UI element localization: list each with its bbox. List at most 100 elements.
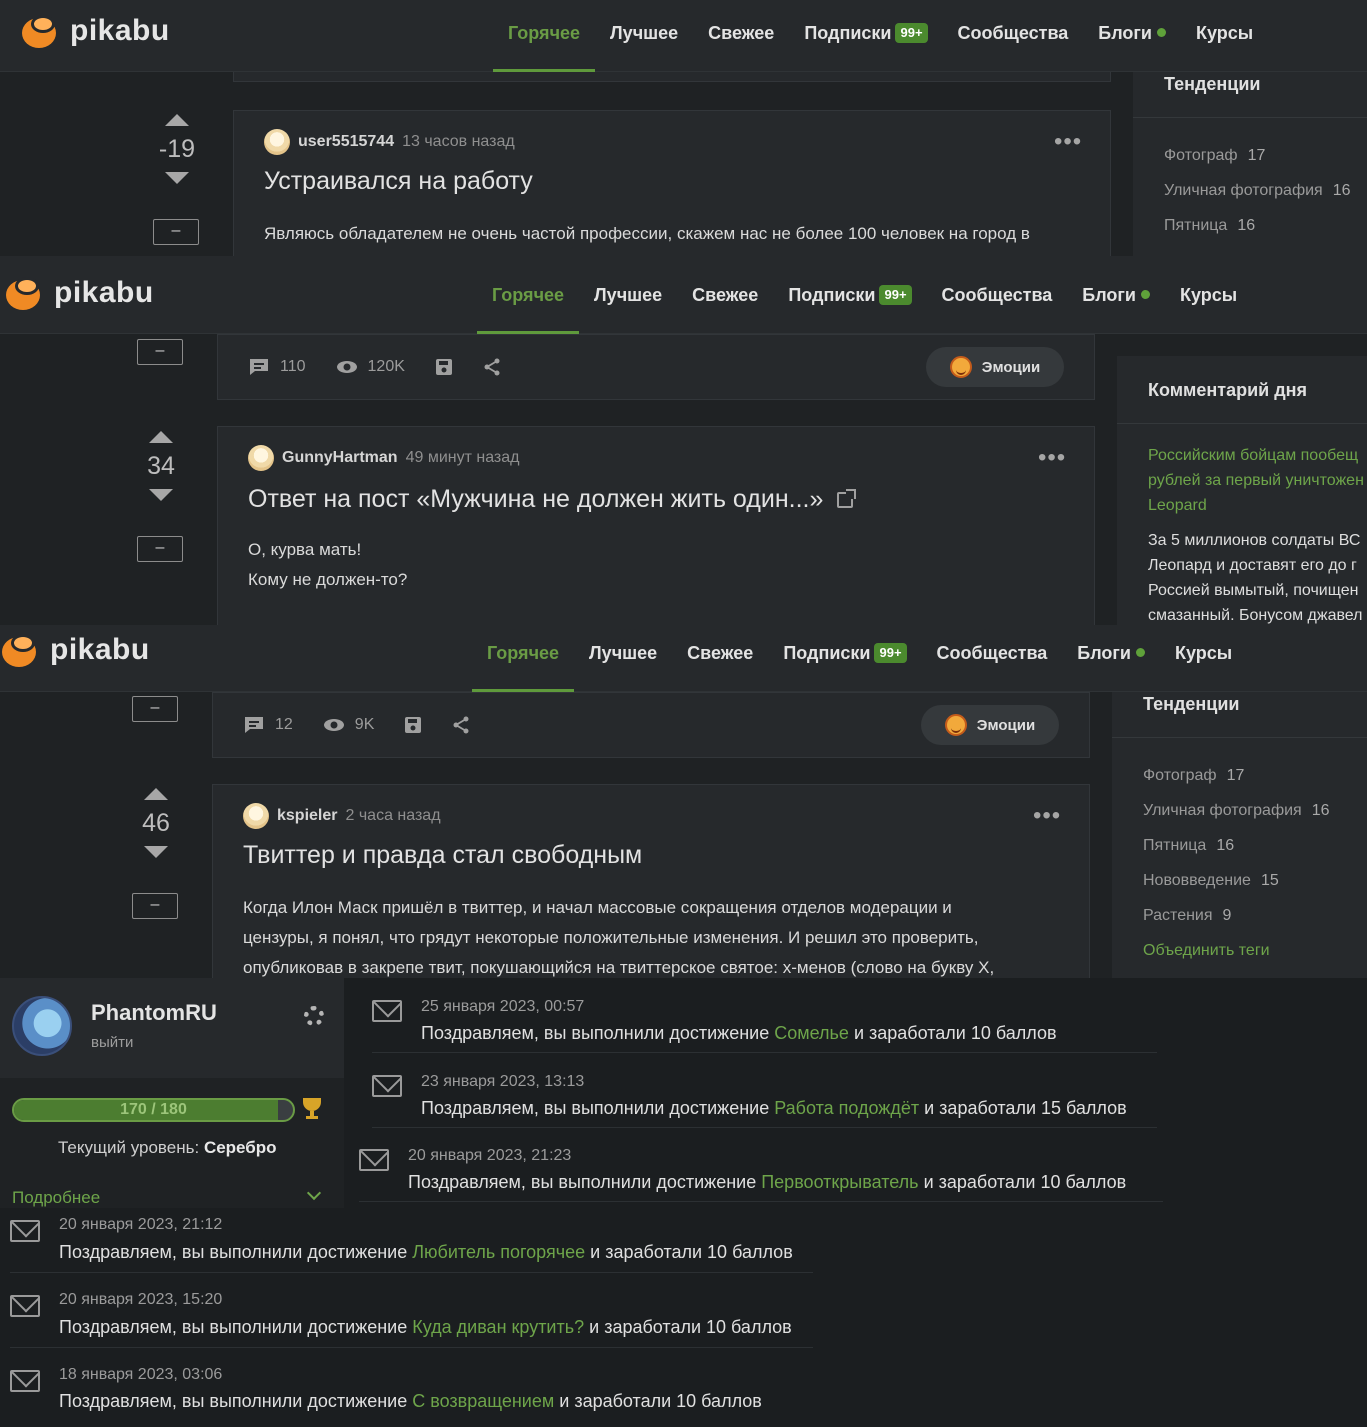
collapse-button[interactable]: – (132, 893, 178, 919)
nav-fresh[interactable]: Свежее (693, 0, 789, 72)
nav-communities[interactable]: Сообщества (927, 262, 1068, 334)
tag-item[interactable]: Уличная фотография 16 (1143, 793, 1330, 828)
author-name[interactable]: kspieler (277, 807, 337, 825)
tag-item[interactable]: Нововведение 15 (1143, 863, 1330, 898)
subscriptions-badge: 99+ (895, 23, 928, 43)
more-menu-icon[interactable]: ••• (1038, 446, 1066, 470)
pikabu-logo-icon (2, 633, 38, 667)
nav-blogs[interactable]: Блоги (1062, 625, 1160, 692)
post-title[interactable]: Твиттер и правда стал свободным (243, 841, 642, 870)
comment-of-day-sidebar: Комментарий дня Российским бойцам пообещ… (1117, 356, 1367, 625)
nav-best[interactable]: Лучшее (574, 625, 672, 692)
nav-blogs[interactable]: Блоги (1067, 262, 1165, 334)
achievement-link[interactable]: Первооткрыватель (761, 1172, 918, 1192)
profile-header: PhantomRU выйти (0, 978, 344, 1078)
notification-item: 18 января 2023, 03:06 Поздравляем, вы вы… (10, 1348, 813, 1423)
author-name[interactable]: user5515744 (298, 133, 394, 151)
nav-best[interactable]: Лучшее (595, 0, 693, 72)
more-menu-icon[interactable]: ••• (1033, 804, 1061, 828)
downvote-icon[interactable] (149, 489, 173, 501)
main-nav: Горячее Лучшее Свежее Подписки 99+ Сообще… (472, 625, 1247, 692)
nav-fresh[interactable]: Свежее (672, 625, 768, 692)
nav-subscriptions[interactable]: Подписки 99+ (768, 625, 921, 692)
tag-item[interactable]: Фотограф 17 (1164, 138, 1351, 173)
upvote-icon[interactable] (149, 431, 173, 443)
achievement-link[interactable]: Работа подождёт (774, 1098, 919, 1118)
save-icon[interactable] (435, 358, 453, 376)
emotions-button[interactable]: Эмоции (921, 705, 1059, 745)
downvote-icon[interactable] (165, 172, 189, 184)
achievement-link[interactable]: С возвращением (412, 1391, 554, 1411)
nav-best[interactable]: Лучшее (579, 262, 677, 334)
nav-fresh[interactable]: Свежее (677, 262, 773, 334)
post-card: user5515744 13 часов назад ••• Устраивал… (233, 110, 1111, 256)
save-icon[interactable] (404, 716, 422, 734)
nav-communities[interactable]: Сообщества (922, 625, 1063, 692)
notification-date: 18 января 2023, 03:06 (59, 1366, 223, 1383)
nav-blogs[interactable]: Блоги (1083, 0, 1181, 72)
nav-hot[interactable]: Горячее (472, 625, 575, 692)
post-rating: -19 (158, 135, 196, 163)
online-dot-icon (1135, 648, 1145, 657)
more-menu-icon[interactable]: ••• (1054, 130, 1082, 154)
achievement-link[interactable]: Любитель погорячее (412, 1242, 585, 1262)
upvote-icon[interactable] (165, 114, 189, 126)
comment-post-link[interactable]: Российским бойцам пообещ рублей за первы… (1148, 443, 1364, 518)
achievement-link[interactable]: Куда диван крутить? (412, 1317, 584, 1337)
nav-subscriptions[interactable]: Подписки 99+ (789, 0, 942, 72)
divider (1117, 423, 1367, 424)
author-name[interactable]: GunnyHartman (282, 449, 398, 467)
envelope-icon (372, 1000, 402, 1022)
avatar[interactable] (243, 803, 269, 829)
nav-courses[interactable]: Курсы (1181, 0, 1268, 72)
pikabu-logo[interactable]: pikabu (6, 276, 154, 310)
share-icon[interactable] (483, 358, 501, 376)
notification-item: 20 января 2023, 21:12 Поздравляем, вы вы… (10, 1198, 813, 1273)
collapse-button[interactable]: – (137, 339, 183, 365)
logo-text: pikabu (54, 276, 154, 309)
post-title[interactable]: Ответ на пост «Мужчина не должен жить од… (248, 485, 857, 514)
collapse-button[interactable]: – (132, 696, 178, 722)
upvote-icon[interactable] (144, 788, 168, 800)
tag-item[interactable]: Растения 9 (1143, 898, 1330, 933)
merge-tags-link[interactable]: Объединить теги (1143, 933, 1330, 968)
pikabu-logo[interactable]: pikabu (22, 14, 170, 48)
pikabu-logo[interactable]: pikabu (2, 633, 150, 667)
nav-courses[interactable]: Курсы (1160, 625, 1247, 692)
avatar[interactable] (264, 129, 290, 155)
tag-item[interactable]: Уличная фотография 16 (1164, 173, 1351, 208)
emotions-button[interactable]: Эмоции (926, 347, 1064, 387)
collapse-button[interactable]: – (153, 219, 199, 245)
tag-item[interactable]: Пятница 16 (1164, 208, 1351, 243)
tag-item[interactable]: Фотограф 17 (1143, 758, 1330, 793)
avatar[interactable] (12, 996, 72, 1056)
profile-name[interactable]: PhantomRU (91, 1000, 217, 1026)
logout-link[interactable]: выйти (91, 1034, 133, 1051)
external-link-icon[interactable] (837, 489, 857, 508)
nav-hot[interactable]: Горячее (493, 0, 596, 72)
avatar[interactable] (248, 445, 274, 471)
nav-communities[interactable]: Сообщества (943, 0, 1084, 72)
envelope-icon (359, 1149, 389, 1171)
comments-action[interactable]: 110 (248, 357, 306, 377)
achievement-link[interactable]: Сомелье (774, 1023, 849, 1043)
subscriptions-badge: 99+ (874, 643, 907, 663)
post-rating: 34 (147, 452, 175, 480)
post-title[interactable]: Устраивался на работу (264, 167, 533, 196)
pikabu-logo-icon (6, 276, 42, 310)
collapse-button[interactable]: – (137, 536, 183, 562)
gear-icon[interactable] (304, 1006, 324, 1026)
screenshot-panel-2: pikabu Горячее Лучшее Свежее Подписки 99+… (0, 256, 1367, 625)
post-time: 13 часов назад (402, 133, 515, 150)
nav-subscriptions[interactable]: Подписки 99+ (773, 262, 926, 334)
nav-hot[interactable]: Горячее (477, 262, 580, 334)
downvote-icon[interactable] (144, 846, 168, 858)
screenshot-panel-4: PhantomRU выйти 170 / 180 Текущий уровен… (0, 978, 1367, 1427)
divider (1133, 117, 1367, 118)
comments-action[interactable]: 12 (243, 715, 293, 735)
nav-courses[interactable]: Курсы (1165, 262, 1252, 334)
trophy-icon (303, 1098, 321, 1120)
share-icon[interactable] (452, 716, 470, 734)
post-actions: 110 120K (248, 357, 501, 377)
tag-item[interactable]: Пятница 16 (1143, 828, 1330, 863)
